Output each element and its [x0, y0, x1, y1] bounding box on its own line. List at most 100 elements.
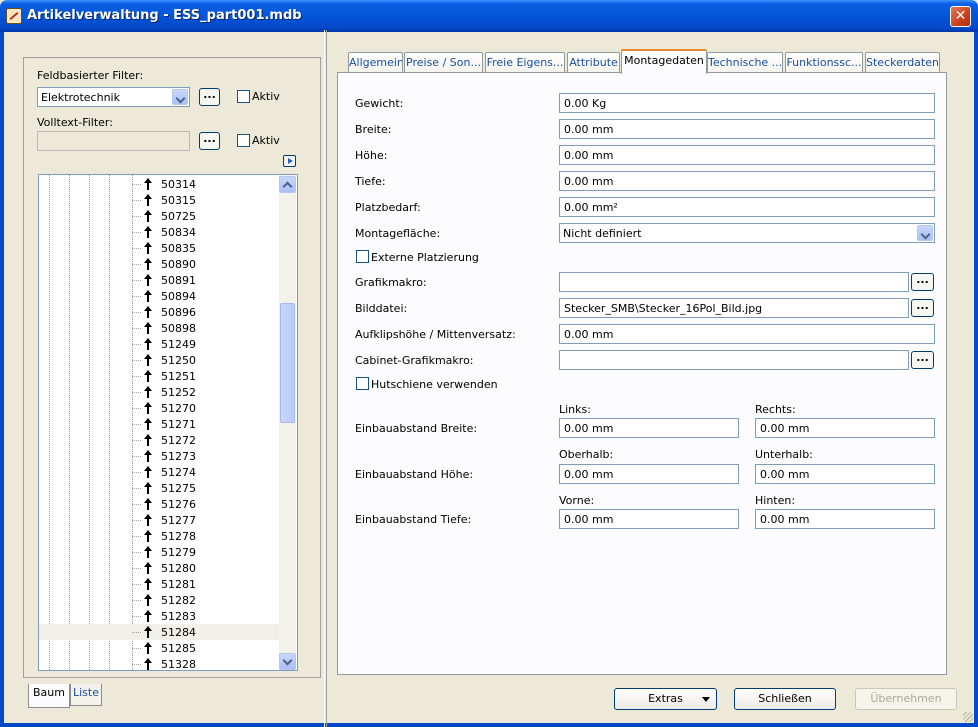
tab-liste[interactable]: Liste: [70, 684, 102, 706]
tree-item[interactable]: 50890: [39, 256, 279, 272]
vorne-label: Vorne:: [559, 494, 595, 507]
tree-item[interactable]: 51282: [39, 592, 279, 608]
hinten-input[interactable]: 0.00 mm: [755, 509, 935, 529]
tree-item[interactable]: 51279: [39, 544, 279, 560]
field-filter-select[interactable]: Elektrotechnik: [37, 87, 190, 107]
tree-item[interactable]: 50891: [39, 272, 279, 288]
scroll-down-icon[interactable]: [279, 653, 296, 670]
grafikmakro-input[interactable]: [559, 272, 909, 292]
tree-item-label: 50725: [161, 210, 196, 223]
extras-button[interactable]: Extras: [614, 688, 717, 710]
tab-montagedaten[interactable]: Montagedaten: [621, 49, 707, 74]
links-input[interactable]: 0.00 mm: [559, 418, 739, 438]
tree-item[interactable]: 51271: [39, 416, 279, 432]
tree-item[interactable]: 51250: [39, 352, 279, 368]
fulltext-filter-dots-button[interactable]: ...: [199, 132, 220, 150]
tree-item-label: 51275: [161, 482, 196, 495]
breite-input[interactable]: 0.00 mm: [559, 119, 935, 139]
article-node-icon: [143, 210, 153, 222]
unterhalb-input[interactable]: 0.00 mm: [755, 464, 935, 484]
splitter[interactable]: [324, 30, 327, 727]
montageflaeche-select[interactable]: Nicht definiert: [559, 223, 935, 243]
tab-freie-eigenschaften[interactable]: Freie Eigens...: [485, 52, 565, 73]
grafikmakro-label: Grafikmakro:: [355, 276, 427, 289]
gewicht-input[interactable]: 0.00 Kg: [559, 93, 935, 113]
tree-item[interactable]: 51276: [39, 496, 279, 512]
grafikmakro-browse-button[interactable]: ...: [911, 273, 934, 291]
cabinet-grafikmakro-input[interactable]: [559, 350, 909, 370]
aufklipshoehe-input[interactable]: 0.00 mm: [559, 324, 935, 344]
tab-technische[interactable]: Technische ...: [707, 52, 783, 73]
article-tree[interactable]: 50314 50315 50725 50834 50835 50890 50891 50894…: [38, 174, 298, 671]
tree-item-label: 51278: [161, 530, 196, 543]
title-bar: Artikelverwaltung - ESS_part001.mdb ✕: [0, 0, 978, 32]
bilddatei-browse-button[interactable]: ...: [911, 299, 934, 317]
article-node-icon: [143, 194, 153, 206]
tree-item[interactable]: 50896: [39, 304, 279, 320]
tree-item[interactable]: 51272: [39, 432, 279, 448]
tiefe-input[interactable]: 0.00 mm: [559, 171, 935, 191]
tree-item[interactable]: 51284: [39, 624, 279, 640]
fulltext-filter-input[interactable]: [37, 131, 190, 151]
tree-item[interactable]: 51275: [39, 480, 279, 496]
tree-item[interactable]: 50898: [39, 320, 279, 336]
tree-item[interactable]: 50314: [39, 176, 279, 192]
tree-item[interactable]: 51285: [39, 640, 279, 656]
tree-item[interactable]: 51328: [39, 656, 279, 670]
tree-item[interactable]: 51277: [39, 512, 279, 528]
tree-item-label: 51281: [161, 578, 196, 591]
article-node-icon: [143, 530, 153, 542]
rechts-input[interactable]: 0.00 mm: [755, 418, 935, 438]
scroll-up-icon[interactable]: [279, 176, 296, 193]
tree-item[interactable]: 50834: [39, 224, 279, 240]
hoehe-input[interactable]: 0.00 mm: [559, 145, 935, 165]
expand-arrow-icon[interactable]: [283, 155, 296, 167]
article-node-icon: [143, 242, 153, 254]
tab-steckerdaten[interactable]: Steckerdaten: [865, 52, 940, 73]
apply-button[interactable]: Übernehmen: [855, 688, 957, 710]
tree-item[interactable]: 50315: [39, 192, 279, 208]
tree-item[interactable]: 51273: [39, 448, 279, 464]
tree-item[interactable]: 50725: [39, 208, 279, 224]
tab-attribute[interactable]: Attribute: [567, 52, 620, 73]
tree-item[interactable]: 51251: [39, 368, 279, 384]
tab-allgemein[interactable]: Allgemein: [348, 52, 403, 73]
rechts-label: Rechts:: [755, 403, 796, 416]
platzbedarf-input[interactable]: 0.00 mm²: [559, 197, 935, 217]
tree-item[interactable]: 51278: [39, 528, 279, 544]
tree-item[interactable]: 50894: [39, 288, 279, 304]
tab-funktionsschema[interactable]: Funktionssc...: [785, 52, 863, 73]
close-button[interactable]: ✕: [950, 6, 971, 27]
resize-grip-icon[interactable]: [963, 712, 973, 722]
field-filter-dots-button[interactable]: ...: [199, 88, 220, 106]
tab-preise[interactable]: Preise / Son...: [404, 52, 483, 73]
tree-scrollbar[interactable]: [279, 175, 296, 670]
close-dialog-button[interactable]: Schließen: [734, 688, 836, 710]
tree-item[interactable]: 51270: [39, 400, 279, 416]
tree-item[interactable]: 51249: [39, 336, 279, 352]
bilddatei-input[interactable]: Stecker_SMB\Stecker_16Pol_Bild.jpg: [559, 298, 909, 318]
cabinet-grafikmakro-browse-button[interactable]: ...: [911, 351, 934, 369]
chevron-down-icon[interactable]: [172, 89, 188, 105]
article-node-icon: [143, 226, 153, 238]
article-node-icon: [143, 274, 153, 286]
tree-item[interactable]: 50835: [39, 240, 279, 256]
tree-item[interactable]: 51274: [39, 464, 279, 480]
field-filter-active-checkbox[interactable]: [237, 90, 250, 103]
tree-item[interactable]: 51283: [39, 608, 279, 624]
vorne-input[interactable]: 0.00 mm: [559, 509, 739, 529]
hutschiene-checkbox[interactable]: [356, 377, 369, 390]
externe-platzierung-checkbox[interactable]: [356, 250, 369, 263]
tree-item[interactable]: 51280: [39, 560, 279, 576]
article-node-icon: [143, 338, 153, 350]
oberhalb-input[interactable]: 0.00 mm: [559, 464, 739, 484]
chevron-down-icon[interactable]: [917, 225, 933, 241]
tree-item[interactable]: 51252: [39, 384, 279, 400]
hutschiene-label: Hutschiene verwenden: [371, 378, 498, 391]
tree-item-label: 51250: [161, 354, 196, 367]
tree-item[interactable]: 51281: [39, 576, 279, 592]
scroll-thumb[interactable]: [280, 303, 295, 423]
article-node-icon: [143, 450, 153, 462]
fulltext-filter-active-checkbox[interactable]: [237, 134, 250, 147]
tab-baum[interactable]: Baum: [28, 684, 70, 708]
